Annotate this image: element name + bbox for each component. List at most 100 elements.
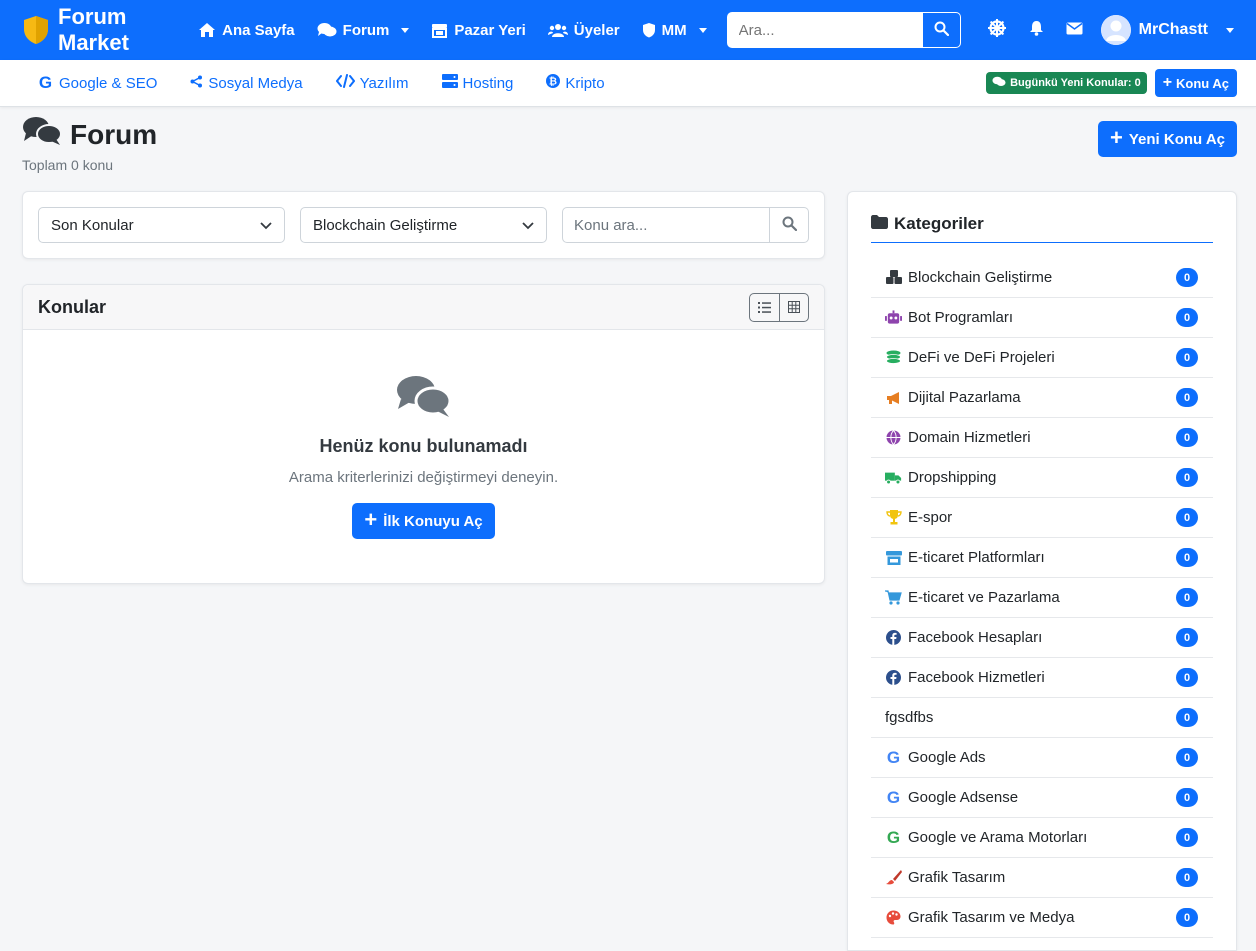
first-topic-button[interactable]: + İlk Konuyu Aç xyxy=(352,503,495,539)
category-label-wrap: Grafik Tasarım xyxy=(885,869,1005,886)
category-item[interactable]: Facebook Hesapları 0 xyxy=(871,618,1213,658)
category-select[interactable]: Blockchain Geliştirme xyxy=(300,207,547,243)
sort-select[interactable]: Son Konular xyxy=(38,207,285,243)
category-item[interactable]: Grafik Tasarım 0 xyxy=(871,858,1213,898)
subnav-crypto[interactable]: ₿ Kripto xyxy=(546,74,605,92)
globe-icon xyxy=(885,429,902,446)
empty-state: Henüz konu bulunamadı Arama kriterlerini… xyxy=(23,330,824,539)
nav-home-label: Ana Sayfa xyxy=(222,21,295,39)
main-column: Son Konular Blockchain Geliştirme Konu a… xyxy=(22,191,825,584)
category-count-badge: 0 xyxy=(1176,668,1198,687)
category-count-badge: 0 xyxy=(1176,268,1198,287)
empty-title: Henüz konu bulunamadı xyxy=(319,436,528,456)
nav-home[interactable]: Ana Sayfa xyxy=(198,22,295,39)
shield-icon xyxy=(642,22,656,38)
category-label: Dijital Pazarlama xyxy=(908,389,1021,406)
category-label: Blockchain Geliştirme xyxy=(908,269,1053,286)
category-item[interactable]: E-ticaret Platformları 0 xyxy=(871,538,1213,578)
global-search-input[interactable] xyxy=(726,12,923,48)
category-item[interactable]: fgsdfbs 0 xyxy=(871,698,1213,738)
nav-marketplace[interactable]: Pazar Yeri xyxy=(431,22,526,39)
topics-header: Konular xyxy=(23,285,824,330)
list-view-button[interactable] xyxy=(750,294,779,321)
nav-forum[interactable]: Forum xyxy=(317,22,410,39)
google-icon: G xyxy=(886,827,901,847)
new-topic-button[interactable]: + Yeni Konu Aç xyxy=(1098,121,1237,157)
category-item[interactable]: Bot Programları 0 xyxy=(871,298,1213,338)
nav-members-label: Üyeler xyxy=(573,21,620,39)
category-count-badge: 0 xyxy=(1176,828,1198,847)
categories-title: Kategoriler xyxy=(894,214,984,233)
nav-mm[interactable]: MM xyxy=(642,22,707,39)
category-item[interactable]: E-spor 0 xyxy=(871,498,1213,538)
category-label-wrap: Bot Programları xyxy=(885,309,1013,326)
topic-search-input[interactable]: Konu ara... xyxy=(562,207,770,243)
category-label: Facebook Hizmetleri xyxy=(908,669,1045,686)
category-count-badge: 0 xyxy=(1176,308,1198,327)
topics-title: Konular xyxy=(38,296,107,317)
category-item[interactable]: Dijital Pazarlama 0 xyxy=(871,378,1213,418)
subnav-hosting[interactable]: Hosting xyxy=(441,74,514,92)
search-icon xyxy=(934,21,949,39)
view-toggle xyxy=(749,292,809,322)
subnav-hosting-label: Hosting xyxy=(462,74,514,92)
category-item[interactable]: DeFi ve DeFi Projeleri 0 xyxy=(871,338,1213,378)
google-icon: G xyxy=(38,73,53,92)
nav-forum-label: Forum xyxy=(342,21,390,39)
nav-members[interactable]: Üyeler xyxy=(547,21,620,39)
category-item[interactable]: Blockchain Geliştirme 0 xyxy=(871,258,1213,298)
category-label-wrap: Facebook Hesapları xyxy=(885,629,1042,646)
new-topic-small-button[interactable]: + Konu Aç xyxy=(1154,69,1237,97)
share-icon xyxy=(190,75,203,92)
chevron-down-icon xyxy=(698,27,707,33)
palette-icon xyxy=(885,909,902,926)
new-topic-label: Yeni Konu Aç xyxy=(1128,130,1225,148)
comments-icon xyxy=(22,115,62,154)
category-count-badge: 0 xyxy=(1176,428,1198,447)
home-icon xyxy=(198,22,216,38)
category-item[interactable]: Domain Hizmetleri 0 xyxy=(871,418,1213,458)
categories-header: Kategoriler xyxy=(871,214,1213,243)
category-label-wrap: G Google Adsense xyxy=(885,788,1018,807)
category-count-badge: 0 xyxy=(1176,708,1198,727)
megaphone-icon xyxy=(885,389,902,406)
subnav-software-label: Yazılım xyxy=(359,74,409,92)
plus-icon: + xyxy=(364,507,378,532)
category-label: Dropshipping xyxy=(908,469,997,486)
svg-text:₿: ₿ xyxy=(549,76,557,88)
category-item[interactable]: G Google Ads 0 xyxy=(871,738,1213,778)
bell-icon[interactable] xyxy=(1029,20,1044,40)
global-search-button[interactable] xyxy=(922,12,961,48)
category-label: Domain Hizmetleri xyxy=(908,429,1031,446)
subnav-google-seo[interactable]: G Google & SEO xyxy=(37,73,158,92)
category-item[interactable]: Facebook Hizmetleri 0 xyxy=(871,658,1213,698)
category-item[interactable]: E-ticaret ve Pazarlama 0 xyxy=(871,578,1213,618)
category-item[interactable]: G Google ve Arama Motorları 0 xyxy=(871,818,1213,858)
folder-icon xyxy=(871,214,888,234)
today-new-topics-text: Bugünkü Yeni Konular: 0 xyxy=(1010,77,1141,89)
dharma-wheel-icon[interactable] xyxy=(987,18,1007,42)
subnav-software[interactable]: Yazılım xyxy=(335,74,409,92)
subnav-social-media[interactable]: Sosyal Medya xyxy=(190,75,303,92)
store-icon xyxy=(885,549,902,566)
envelope-icon[interactable] xyxy=(1066,22,1083,39)
category-count-badge: 0 xyxy=(1176,588,1198,607)
category-item[interactable]: G Google Adsense 0 xyxy=(871,778,1213,818)
categories-card: Kategoriler Blockchain Geliştirme 0 Bot Pr… xyxy=(847,191,1237,951)
chevron-down-icon xyxy=(522,217,534,234)
shield-logo-icon xyxy=(22,15,50,45)
top-icons xyxy=(987,18,1083,42)
category-item[interactable]: Grafik Tasarım ve Medya 0 xyxy=(871,898,1213,938)
category-count-badge: 0 xyxy=(1176,908,1198,927)
category-count-badge: 0 xyxy=(1176,468,1198,487)
brush-icon xyxy=(885,869,902,886)
brand-logo[interactable]: Forum Market xyxy=(22,4,178,56)
topic-search-button[interactable] xyxy=(770,207,809,243)
grid-view-button[interactable] xyxy=(779,293,808,321)
page-title: Forum xyxy=(22,115,1234,154)
user-menu[interactable]: MrChastt xyxy=(1100,15,1234,45)
store-icon xyxy=(431,23,448,38)
comments-icon xyxy=(992,76,1006,90)
category-item[interactable]: Dropshipping 0 xyxy=(871,458,1213,498)
category-count-badge: 0 xyxy=(1176,548,1198,567)
